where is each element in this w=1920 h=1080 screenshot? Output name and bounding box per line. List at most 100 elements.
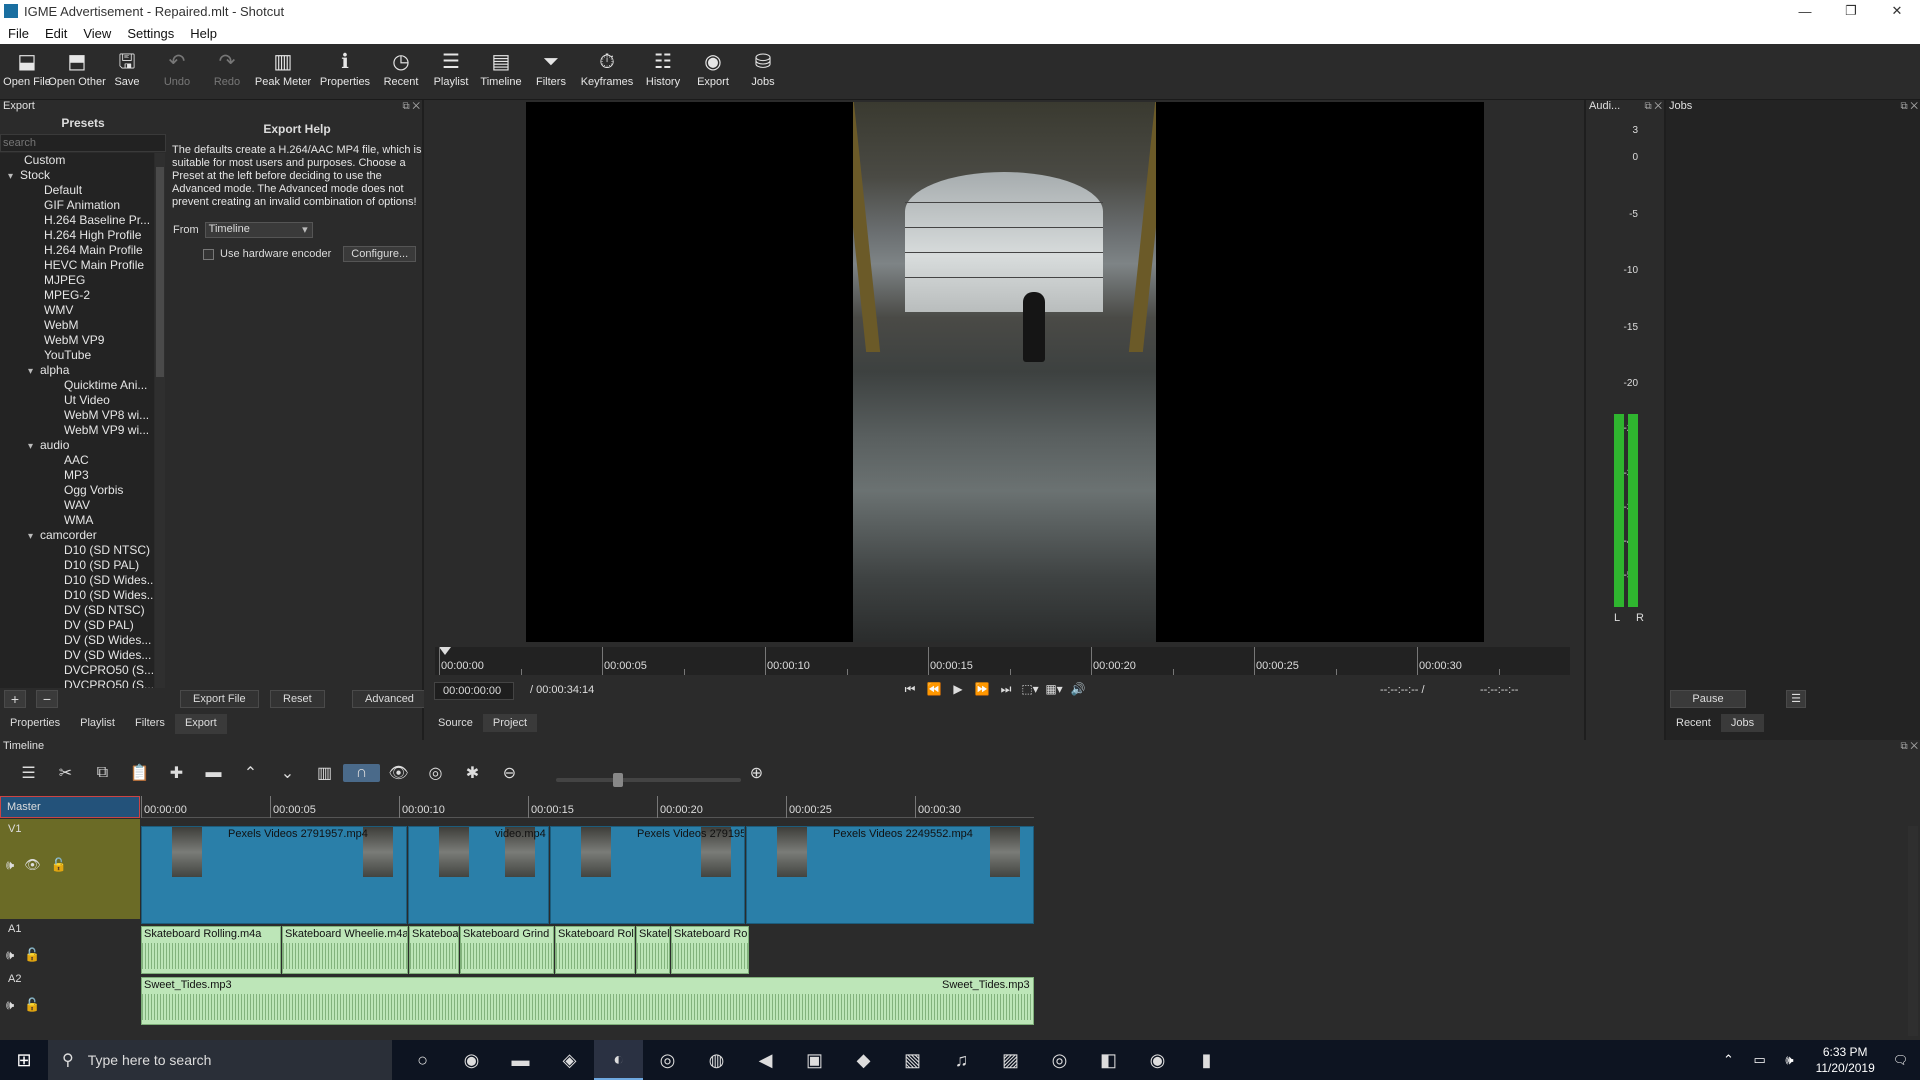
scrub-icon[interactable]: 👁 bbox=[380, 763, 417, 783]
timeline-scrollbar[interactable] bbox=[1908, 826, 1918, 1036]
mute-icon[interactable]: 🕪 bbox=[6, 997, 14, 1013]
skip-end-icon[interactable]: ⏭ bbox=[994, 682, 1018, 697]
video-clip[interactable]: Pexels Videos 279195 bbox=[550, 826, 745, 924]
preset-item[interactable]: Default bbox=[0, 183, 154, 198]
volume-icon[interactable]: 🔊 bbox=[1066, 682, 1090, 697]
menu-help[interactable]: Help bbox=[182, 26, 225, 41]
zoom-in-icon[interactable]: ⊕ bbox=[738, 763, 775, 783]
v1-track-header[interactable]: V1 🕪 👁 🔓 bbox=[0, 819, 140, 919]
audio-clip[interactable]: Skateboard Wheelie.m4a bbox=[282, 926, 408, 974]
preset-group[interactable]: ▾ camcorder bbox=[0, 528, 154, 543]
preset-item[interactable]: WebM VP9 wi... bbox=[0, 423, 154, 438]
master-track-header[interactable]: Master bbox=[0, 796, 140, 818]
preset-item[interactable]: GIF Animation bbox=[0, 198, 154, 213]
preset-item[interactable]: DV (SD NTSC) bbox=[0, 603, 154, 618]
toolbar-jobs-button[interactable]: ⛁ Jobs bbox=[740, 44, 786, 100]
toolbar-redo-button[interactable]: ↷ Redo bbox=[204, 44, 250, 100]
taskbar-app-icon[interactable]: ◐ bbox=[594, 1040, 643, 1080]
preset-group[interactable]: ▾ alpha bbox=[0, 363, 154, 378]
taskbar-app-icon[interactable]: ▨ bbox=[986, 1040, 1035, 1080]
zoom-fit-icon[interactable]: ⬚▾ bbox=[1018, 682, 1042, 697]
preset-item[interactable]: DVCPRO50 (S... bbox=[0, 678, 154, 688]
tab-playlist[interactable]: Playlist bbox=[70, 714, 125, 734]
tab-filters[interactable]: Filters bbox=[125, 714, 175, 734]
remove-icon[interactable]: ▬ bbox=[195, 764, 232, 782]
menu-edit[interactable]: Edit bbox=[37, 26, 75, 41]
preset-item[interactable]: DV (SD Wides... bbox=[0, 648, 154, 663]
ripple-icon[interactable]: ◎ bbox=[417, 763, 454, 783]
preset-item[interactable]: WMA bbox=[0, 513, 154, 528]
preset-item[interactable]: WebM VP8 wi... bbox=[0, 408, 154, 423]
playhead-icon[interactable] bbox=[439, 647, 451, 655]
preset-item[interactable]: DV (SD PAL) bbox=[0, 618, 154, 633]
jobs-menu-icon[interactable]: ☰ bbox=[1786, 690, 1806, 708]
preset-group[interactable]: ▾ audio bbox=[0, 438, 154, 453]
zoom-slider-handle[interactable] bbox=[613, 773, 623, 787]
taskbar-app-icon[interactable]: ◀ bbox=[741, 1040, 790, 1080]
grid-icon[interactable]: ▦▾ bbox=[1042, 682, 1066, 697]
toolbar-filters-button[interactable]: ⏷ Filters bbox=[528, 44, 574, 100]
mute-icon[interactable]: 🕪 bbox=[6, 947, 14, 963]
preset-search-input[interactable] bbox=[0, 134, 166, 152]
taskbar-app-icon[interactable]: ◎ bbox=[643, 1040, 692, 1080]
toolbar-open-other-button[interactable]: ⬒ Open Other bbox=[48, 44, 105, 100]
preset-scrollbar[interactable] bbox=[155, 153, 165, 688]
taskbar-app-icon[interactable]: ♫ bbox=[937, 1040, 986, 1080]
minimize-button[interactable]: — bbox=[1782, 0, 1828, 22]
toolbar-playlist-button[interactable]: ☰ Playlist bbox=[428, 44, 474, 100]
video-clip[interactable]: Pexels Videos 2249552.mp4 bbox=[746, 826, 1034, 924]
player-ruler[interactable]: 00:00:00 00:00:05 00:00:10 00:00:15 00:00:20… bbox=[435, 647, 1570, 675]
toolbar-undo-button[interactable]: ↶ Undo bbox=[154, 44, 200, 100]
split-icon[interactable]: ▥ bbox=[306, 763, 343, 783]
preset-item[interactable]: MPEG-2 bbox=[0, 288, 154, 303]
panel-float-close-icon[interactable]: ⧉ ✕ bbox=[1644, 101, 1662, 112]
menu-file[interactable]: File bbox=[0, 26, 37, 41]
preset-item[interactable]: Ogg Vorbis bbox=[0, 483, 154, 498]
timeline-ruler[interactable]: 00:00:00 00:00:05 00:00:10 00:00:15 00:00:20… bbox=[141, 796, 1034, 818]
eye-icon[interactable]: 👁 bbox=[24, 857, 41, 873]
cut-icon[interactable]: ✂ bbox=[47, 763, 84, 783]
append-icon[interactable]: ✚ bbox=[158, 763, 195, 783]
preset-list[interactable]: Custom ▾ Stock Default GIF Animation H.264 Ba… bbox=[0, 153, 154, 688]
toolbar-timeline-button[interactable]: ▤ Timeline bbox=[478, 44, 524, 100]
tab-export[interactable]: Export bbox=[174, 714, 227, 734]
paste-icon[interactable]: 📋 bbox=[121, 763, 158, 783]
tab-source[interactable]: Source bbox=[428, 714, 483, 732]
tray-icons[interactable]: ⌃ ▭ 🕪 bbox=[1723, 1052, 1802, 1068]
video-clip[interactable]: Pexels Videos 2791957.mp4 bbox=[141, 826, 407, 924]
expand-triangle-icon[interactable]: ▾ bbox=[28, 364, 40, 379]
toolbar-open-file-button[interactable]: ⬓ Open File bbox=[3, 44, 51, 100]
snap-icon[interactable]: ∩ bbox=[343, 764, 380, 782]
clock[interactable]: 6:33 PM 11/20/2019 bbox=[1816, 1044, 1875, 1076]
audio-clip[interactable]: Skateboard Rolli bbox=[671, 926, 749, 974]
expand-triangle-icon[interactable]: ▾ bbox=[28, 529, 40, 544]
taskbar-app-icon[interactable]: ▣ bbox=[790, 1040, 839, 1080]
zoom-out-icon[interactable]: ⊖ bbox=[491, 763, 528, 783]
preset-group[interactable]: ▾ Stock bbox=[0, 168, 154, 183]
taskbar-app-icon[interactable]: ◍ bbox=[692, 1040, 741, 1080]
preset-item[interactable]: D10 (SD Wides... bbox=[0, 573, 154, 588]
preset-item[interactable]: AAC bbox=[0, 453, 154, 468]
remove-preset-button[interactable]: − bbox=[36, 690, 58, 708]
export-file-button[interactable]: Export File bbox=[180, 690, 259, 708]
notifications-icon[interactable]: 🗨 bbox=[1893, 1053, 1908, 1067]
preset-item[interactable]: Custom bbox=[0, 153, 154, 168]
toolbar-properties-button[interactable]: ℹ Properties bbox=[316, 44, 374, 100]
taskbar-app-icon[interactable]: ▮ bbox=[1182, 1040, 1231, 1080]
timecode-input[interactable]: 00:00:00:00 bbox=[434, 682, 514, 700]
toolbar-save-button[interactable]: 🖫 Save bbox=[104, 44, 150, 100]
video-preview[interactable] bbox=[526, 102, 1484, 642]
audio-clip[interactable]: Skatel bbox=[636, 926, 670, 974]
preset-item[interactable]: D10 (SD Wides... bbox=[0, 588, 154, 603]
preset-item[interactable]: H.264 Main Profile bbox=[0, 243, 154, 258]
a2-track-header[interactable]: A2 🕪 🔓 bbox=[0, 969, 140, 1019]
taskbar-app-icon[interactable]: ◎ bbox=[1035, 1040, 1084, 1080]
toolbar-keyframes-button[interactable]: ⏱ Keyframes bbox=[578, 44, 636, 100]
toolbar-history-button[interactable]: ☷ History bbox=[640, 44, 686, 100]
taskbar-app-icon[interactable]: ◉ bbox=[447, 1040, 496, 1080]
lift-icon[interactable]: ⌃ bbox=[232, 763, 269, 783]
tab-recent[interactable]: Recent bbox=[1666, 714, 1721, 732]
preset-item[interactable]: MJPEG bbox=[0, 273, 154, 288]
scroll-thumb[interactable] bbox=[156, 167, 164, 377]
from-select[interactable]: Timeline bbox=[204, 222, 313, 238]
